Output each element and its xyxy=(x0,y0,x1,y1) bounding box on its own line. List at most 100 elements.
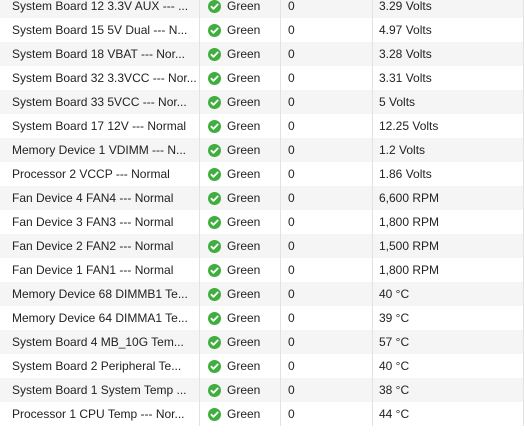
table-row[interactable]: System Board 32 3.3VCC --- Nor... Green 0 3… xyxy=(0,66,524,90)
event-count: 0 xyxy=(281,42,373,66)
status-label: Green xyxy=(227,0,261,13)
event-count: 0 xyxy=(281,330,373,354)
check-circle-icon xyxy=(208,71,221,85)
status-cell: Green xyxy=(200,90,281,114)
status-cell: Green xyxy=(200,18,281,42)
table-row[interactable]: Processor 1 CPU Temp --- Nor... Green 0 44 … xyxy=(0,402,524,426)
table-row[interactable]: System Board 12 3.3V AUX --- ... Green 0 3.… xyxy=(0,0,524,18)
table-row[interactable]: System Board 2 Peripheral Te... Green 0 40 … xyxy=(0,354,524,378)
table-row[interactable]: System Board 18 VBAT --- Nor... Green 0 3.2… xyxy=(0,42,524,66)
event-count: 0 xyxy=(281,282,373,306)
sensor-reading: 5 Volts xyxy=(373,90,524,114)
sensor-name: System Board 2 Peripheral Te... xyxy=(0,354,200,378)
sensor-name: System Board 15 5V Dual --- N... xyxy=(0,18,200,42)
sensor-reading: 6,600 RPM xyxy=(373,186,524,210)
check-circle-icon xyxy=(208,143,221,157)
event-count: 0 xyxy=(281,90,373,114)
table-row[interactable]: Fan Device 3 FAN3 --- Normal Green 0 1,800 … xyxy=(0,210,524,234)
event-count: 0 xyxy=(281,306,373,330)
status-cell: Green xyxy=(200,210,281,234)
event-count: 0 xyxy=(281,378,373,402)
sensor-reading: 40 °C xyxy=(373,282,524,306)
status-label: Green xyxy=(227,383,261,397)
sensor-name: System Board 17 12V --- Normal xyxy=(0,114,200,138)
event-count: 0 xyxy=(281,162,373,186)
table-row[interactable]: Memory Device 1 VDIMM --- N... Green 0 1.2 … xyxy=(0,138,524,162)
sensor-reading: 1.86 Volts xyxy=(373,162,524,186)
check-circle-icon xyxy=(208,311,221,325)
sensor-name: System Board 4 MB_10G Tem... xyxy=(0,330,200,354)
sensor-reading: 3.31 Volts xyxy=(373,66,524,90)
status-cell: Green xyxy=(200,138,281,162)
table-row[interactable]: Fan Device 4 FAN4 --- Normal Green 0 6,600 … xyxy=(0,186,524,210)
status-cell: Green xyxy=(200,162,281,186)
sensor-name: System Board 12 3.3V AUX --- ... xyxy=(0,0,200,18)
sensor-reading: 44 °C xyxy=(373,402,524,426)
status-cell: Green xyxy=(200,234,281,258)
table-row[interactable]: Memory Device 64 DIMMA1 Te... Green 0 39 °C xyxy=(0,306,524,330)
sensor-reading: 4.97 Volts xyxy=(373,18,524,42)
table-row[interactable]: Processor 2 VCCP --- Normal Green 0 1.86 Vo… xyxy=(0,162,524,186)
sensor-reading: 57 °C xyxy=(373,330,524,354)
status-cell: Green xyxy=(200,114,281,138)
event-count: 0 xyxy=(281,66,373,90)
status-label: Green xyxy=(227,167,261,181)
sensor-name: Memory Device 64 DIMMA1 Te... xyxy=(0,306,200,330)
check-circle-icon xyxy=(208,47,221,61)
sensor-name: Processor 1 CPU Temp --- Nor... xyxy=(0,402,200,426)
event-count: 0 xyxy=(281,186,373,210)
sensor-name: System Board 1 System Temp ... xyxy=(0,378,200,402)
event-count: 0 xyxy=(281,354,373,378)
sensor-table: System Board 12 3.3V AUX --- ... Green 0 3.… xyxy=(0,0,524,445)
table-row[interactable]: Fan Device 2 FAN2 --- Normal Green 0 1,500 … xyxy=(0,234,524,258)
sensor-name: System Board 18 VBAT --- Nor... xyxy=(0,42,200,66)
table-row[interactable]: Fan Device 1 FAN1 --- Normal Green 0 1,800 … xyxy=(0,258,524,282)
check-circle-icon xyxy=(208,263,221,277)
check-circle-icon xyxy=(208,167,221,181)
table-row[interactable]: System Board 1 System Temp ... Green 0 38 °… xyxy=(0,378,524,402)
status-label: Green xyxy=(227,239,261,253)
table-row[interactable]: System Board 15 5V Dual --- N... Green 0 4.… xyxy=(0,18,524,42)
event-count: 0 xyxy=(281,258,373,282)
sensor-name: Memory Device 1 VDIMM --- N... xyxy=(0,138,200,162)
table-row[interactable]: Memory Device 68 DIMMB1 Te... Green 0 40 °C xyxy=(0,282,524,306)
status-cell: Green xyxy=(200,402,281,426)
status-label: Green xyxy=(227,215,261,229)
sensor-name: Fan Device 4 FAN4 --- Normal xyxy=(0,186,200,210)
sensor-name: Memory Device 68 DIMMB1 Te... xyxy=(0,282,200,306)
table-row[interactable]: System Board 33 5VCC --- Nor... Green 0 5 V… xyxy=(0,90,524,114)
sensor-name: System Board 32 3.3VCC --- Nor... xyxy=(0,66,200,90)
sensor-name: System Board 33 5VCC --- Nor... xyxy=(0,90,200,114)
status-cell: Green xyxy=(200,354,281,378)
status-cell: Green xyxy=(200,186,281,210)
status-cell: Green xyxy=(200,306,281,330)
sensor-reading: 38 °C xyxy=(373,378,524,402)
sensor-reading: 1,500 RPM xyxy=(373,234,524,258)
status-label: Green xyxy=(227,359,261,373)
status-label: Green xyxy=(227,191,261,205)
status-label: Green xyxy=(227,95,261,109)
event-count: 0 xyxy=(281,210,373,234)
sensor-reading: 1,800 RPM xyxy=(373,210,524,234)
status-label: Green xyxy=(227,23,261,37)
status-label: Green xyxy=(227,71,261,85)
check-circle-icon xyxy=(208,239,221,253)
check-circle-icon xyxy=(208,407,221,421)
sensor-reading: 39 °C xyxy=(373,306,524,330)
check-circle-icon xyxy=(208,0,221,13)
status-cell: Green xyxy=(200,258,281,282)
table-row[interactable]: System Board 17 12V --- Normal Green 0 12.2… xyxy=(0,114,524,138)
status-label: Green xyxy=(227,335,261,349)
status-label: Green xyxy=(227,287,261,301)
status-label: Green xyxy=(227,263,261,277)
check-circle-icon xyxy=(208,383,221,397)
status-label: Green xyxy=(227,407,261,421)
status-label: Green xyxy=(227,47,261,61)
sensor-name: Fan Device 1 FAN1 --- Normal xyxy=(0,258,200,282)
status-cell: Green xyxy=(200,0,281,18)
table-row[interactable]: System Board 4 MB_10G Tem... Green 0 57 °C xyxy=(0,330,524,354)
event-count: 0 xyxy=(281,234,373,258)
sensor-reading: 12.25 Volts xyxy=(373,114,524,138)
sensor-reading: 40 °C xyxy=(373,354,524,378)
sensor-reading: 1,800 RPM xyxy=(373,258,524,282)
